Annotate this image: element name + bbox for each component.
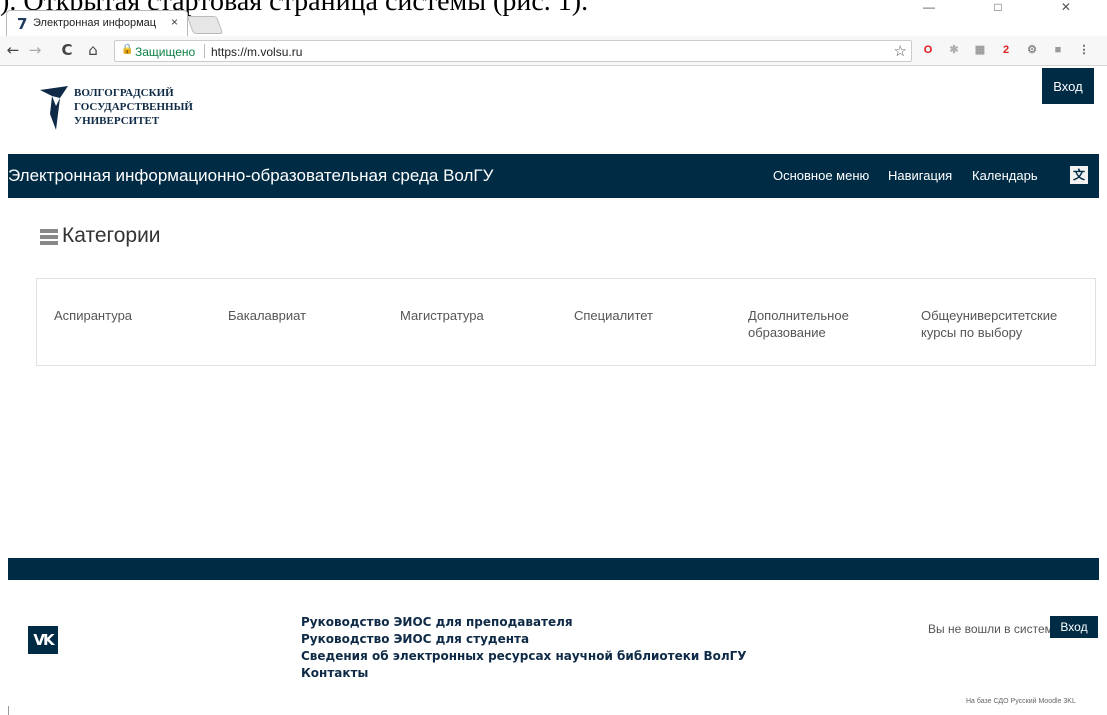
footer-band (8, 558, 1099, 580)
category-list-icon (40, 229, 58, 245)
bookmark-star-icon[interactable]: ☆ (894, 42, 907, 60)
browser-toolbar: ← → C ⌂ 🔒 Защищено https://m.volsu.ru ☆ … (0, 36, 1107, 66)
vk-icon[interactable]: VK (28, 626, 58, 654)
reload-icon[interactable]: C (58, 41, 76, 59)
opera-icon[interactable]: O (920, 42, 936, 58)
volsu-logo-icon (40, 86, 68, 130)
url-text[interactable]: https://m.volsu.ru (211, 45, 302, 59)
footer-link-library-resources[interactable]: Сведения об электронных ресурсах научной… (301, 648, 747, 665)
footer-links: Руководство ЭИОС для преподавателя Руков… (301, 614, 747, 682)
login-status: Вы не вошли в систему (928, 622, 1060, 636)
nav-calendar[interactable]: Календарь (972, 168, 1038, 183)
tab-title: Электронная информац (33, 17, 157, 29)
menu-icon[interactable]: ⋮ (1076, 42, 1092, 58)
volsu-favicon-icon: 7 (17, 15, 28, 33)
browser-tab[interactable]: 7 Электронная информац × (6, 10, 188, 36)
footer-link-student-guide[interactable]: Руководство ЭИОС для студента (301, 631, 747, 648)
footer-link-contacts[interactable]: Контакты (301, 665, 747, 682)
nav-main-menu[interactable]: Основное меню (773, 168, 869, 183)
logo-text: ВОЛГОГРАДСКИЙ ГОСУДАРСТВЕННЫЙ УНИВЕРСИТЕ… (74, 86, 193, 128)
badge-icon[interactable]: 2 (998, 42, 1014, 58)
address-separator (204, 44, 205, 58)
address-bar[interactable]: 🔒 Защищено https://m.volsu.ru ☆ (114, 40, 912, 62)
puzzle-icon[interactable]: ✱ (946, 42, 962, 58)
logo-line: ГОСУДАРСТВЕННЫЙ (74, 101, 193, 113)
reader-icon[interactable]: ▦ (972, 42, 988, 58)
category-postgraduate[interactable]: Аспирантура (54, 307, 204, 324)
category-specialist[interactable]: Специалитет (574, 307, 724, 324)
browser-tabstrip: 7 Электронная информац × (0, 10, 1107, 36)
page-edge-line (8, 706, 9, 715)
forward-icon[interactable]: → (26, 41, 44, 59)
logo-line: ВОЛГОГРАДСКИЙ (74, 87, 174, 99)
login-button[interactable]: Вход (1042, 68, 1094, 104)
top-navbar: Электронная информационно-образовательна… (8, 154, 1099, 200)
back-icon[interactable]: ← (4, 41, 22, 59)
lock-icon: 🔒 (121, 44, 134, 55)
settings-icon[interactable]: ⚙ (1024, 42, 1040, 58)
tab-close-icon[interactable]: × (171, 15, 178, 29)
moodle-page: ВОЛГОГРАДСКИЙ ГОСУДАРСТВЕННЫЙ УНИВЕРСИТЕ… (8, 66, 1099, 715)
logo-line: УНИВЕРСИТЕТ (74, 115, 160, 127)
categories-list: Аспирантура Бакалавриат Магистратура Спе… (36, 278, 1096, 366)
square-icon[interactable]: ■ (1050, 42, 1066, 58)
category-additional-education[interactable]: Дополнительное образование (748, 307, 878, 341)
home-icon[interactable]: ⌂ (84, 41, 102, 59)
new-tab-button[interactable] (186, 16, 224, 34)
category-elective-courses[interactable]: Общеуниверситетские курсы по выбору (921, 307, 1071, 341)
secure-label: Защищено (135, 45, 196, 59)
powered-by: На базе СДО Русский Moodle 3KL (966, 698, 1076, 705)
nav-navigation[interactable]: Навигация (888, 168, 952, 183)
category-master[interactable]: Магистратура (400, 307, 550, 324)
page-title: Категории (62, 224, 161, 247)
site-name[interactable]: Электронная информационно-образовательна… (8, 166, 493, 186)
university-logo[interactable]: ВОЛГОГРАДСКИЙ ГОСУДАРСТВЕННЫЙ УНИВЕРСИТЕ… (38, 80, 238, 140)
footer-link-teacher-guide[interactable]: Руководство ЭИОС для преподавателя (301, 614, 747, 631)
category-bachelor[interactable]: Бакалавриат (228, 307, 378, 324)
language-icon[interactable]: 文A (1070, 166, 1088, 200)
footer-login-button[interactable]: Вход (1050, 616, 1098, 638)
